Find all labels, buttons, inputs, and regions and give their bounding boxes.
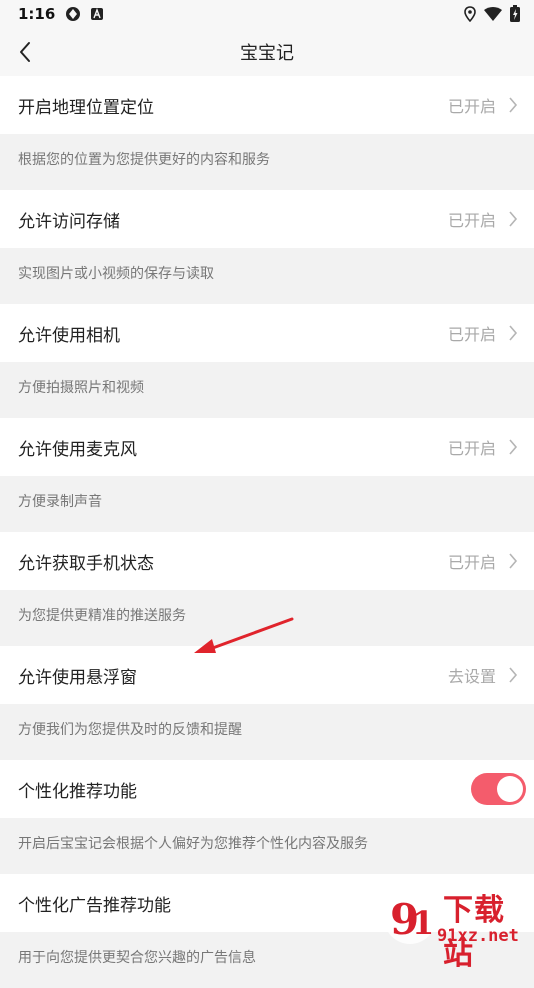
battery-icon: [510, 5, 520, 26]
permission-status: 去设置: [447, 667, 496, 686]
annotation-arrow-icon: [194, 617, 294, 653]
permission-label: 允许使用悬浮窗: [18, 667, 137, 688]
permission-label: 允许获取手机状态: [18, 553, 154, 574]
personalization-description: 开启后宝宝记会根据个人偏好为您推荐个性化内容及服务: [18, 836, 368, 852]
permission-description-block: 方便录制声音: [0, 476, 534, 532]
permission-status: 已开启: [447, 553, 496, 572]
chevron-right-icon: [509, 97, 518, 113]
permission-row-microphone[interactable]: 允许使用麦克风 已开启: [0, 418, 534, 476]
permission-label: 允许访问存储: [18, 211, 120, 232]
ad-personalization-label: 个性化广告推荐功能: [18, 895, 171, 916]
chevron-right-icon: [509, 439, 518, 455]
status-time: 1:16: [18, 5, 56, 23]
header-bar: 宝宝记: [0, 28, 534, 76]
font-a-icon: [91, 8, 104, 20]
permission-description: 根据您的位置为您提供更好的内容和服务: [18, 152, 270, 168]
toggle-knob: [497, 776, 523, 802]
permission-list: 开启地理位置定位 已开启 根据您的位置为您提供更好的内容和服务 允许访问存储 已…: [0, 76, 534, 988]
watermark-url: 91xz.net: [437, 926, 519, 946]
personalization-toggle[interactable]: [471, 773, 526, 805]
status-bar: 1:16: [0, 0, 534, 28]
chevron-right-icon: [509, 211, 518, 227]
personalization-label: 个性化推荐功能: [18, 781, 137, 802]
chevron-right-icon: [509, 325, 518, 341]
permission-description-block: 根据您的位置为您提供更好的内容和服务: [0, 134, 534, 190]
permission-status: 已开启: [447, 439, 496, 458]
permission-label: 允许使用相机: [18, 325, 120, 346]
wifi-icon: [484, 6, 502, 25]
permission-description: 方便拍摄照片和视频: [18, 380, 144, 396]
permission-status: 已开启: [447, 325, 496, 344]
permission-status: 已开启: [447, 97, 496, 116]
permission-label: 开启地理位置定位: [18, 97, 154, 118]
page-title: 宝宝记: [240, 43, 294, 64]
permission-row-location[interactable]: 开启地理位置定位 已开启: [0, 76, 534, 134]
permission-description: 为您提供更精准的推送服务: [18, 608, 186, 624]
ad-personalization-description: 用于向您提供更契合您兴趣的广告信息: [18, 950, 256, 966]
permission-description-block: 方便拍摄照片和视频: [0, 362, 534, 418]
location-icon: [464, 5, 476, 26]
personalized-recommendation-row: 个性化推荐功能: [0, 760, 534, 818]
chevron-right-icon: [509, 667, 518, 683]
permission-label: 允许使用麦克风: [18, 439, 137, 460]
aperture-icon: [65, 6, 81, 22]
permission-row-storage[interactable]: 允许访问存储 已开启: [0, 190, 534, 248]
permission-description: 实现图片或小视频的保存与读取: [18, 266, 214, 282]
back-arrow-icon[interactable]: [14, 40, 38, 64]
permission-description-block: 实现图片或小视频的保存与读取: [0, 248, 534, 304]
permission-description-block: 方便我们为您提供及时的反馈和提醒: [0, 704, 534, 760]
chevron-right-icon: [509, 553, 518, 569]
personalization-description-block: 开启后宝宝记会根据个人偏好为您推荐个性化内容及服务: [0, 818, 534, 874]
permission-row-camera[interactable]: 允许使用相机 已开启: [0, 304, 534, 362]
permission-description: 方便录制声音: [18, 494, 102, 510]
permission-description: 方便我们为您提供及时的反馈和提醒: [18, 722, 242, 738]
permission-row-phone-state[interactable]: 允许获取手机状态 已开启: [0, 532, 534, 590]
permission-status: 已开启: [447, 211, 496, 230]
svg-text:1: 1: [412, 904, 434, 942]
